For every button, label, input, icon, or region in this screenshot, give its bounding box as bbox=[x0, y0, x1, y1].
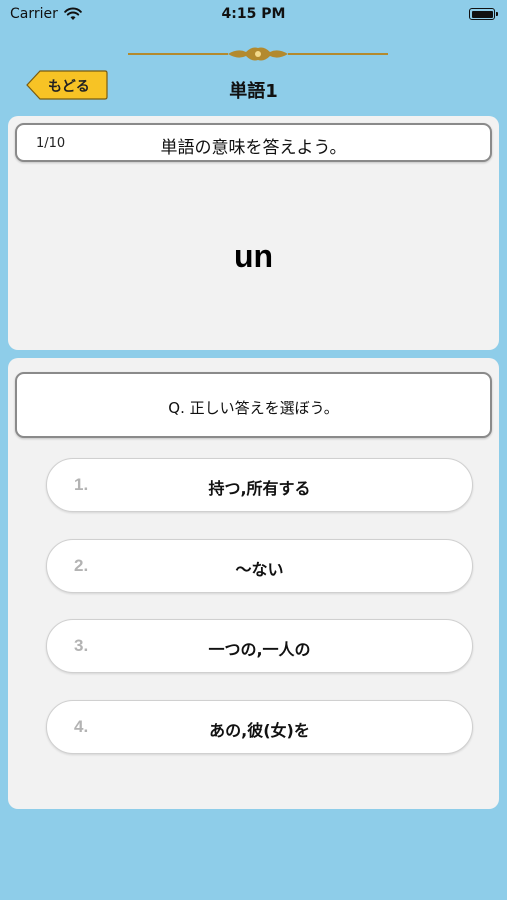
answer-option-4[interactable]: 4. あの,彼(女)を bbox=[46, 700, 473, 754]
battery-icon bbox=[469, 8, 498, 20]
option-text: 一つの,一人の bbox=[208, 640, 311, 659]
status-time: 4:15 PM bbox=[221, 6, 286, 22]
prompt-box: Q. 正しい答えを選ぼう。 bbox=[15, 372, 492, 438]
page-title: 単語1 bbox=[229, 81, 278, 102]
instruction-text: 単語の意味を答えよう。 bbox=[160, 138, 347, 158]
answer-option-1[interactable]: 1. 持つ,所有する bbox=[46, 458, 473, 512]
question-panel: 1/10 単語の意味を答えよう。 un bbox=[8, 116, 499, 350]
option-text: あの,彼(女)を bbox=[209, 721, 310, 740]
answer-panel: Q. 正しい答えを選ぼう。 1. 持つ,所有する 2. ～ない 3. 一つの,一… bbox=[8, 358, 499, 809]
answer-option-2[interactable]: 2. ～ない bbox=[46, 539, 473, 593]
ornament-divider bbox=[128, 47, 388, 61]
instruction-box: 1/10 単語の意味を答えよう。 bbox=[15, 123, 492, 162]
option-text: 持つ,所有する bbox=[208, 479, 311, 498]
answer-option-3[interactable]: 3. 一つの,一人の bbox=[46, 619, 473, 673]
option-text: ～ない bbox=[235, 560, 284, 579]
status-bar: Carrier 4:15 PM bbox=[0, 0, 507, 28]
prompt-text: Q. 正しい答えを選ぼう。 bbox=[168, 399, 339, 417]
question-word: un bbox=[233, 238, 274, 274]
